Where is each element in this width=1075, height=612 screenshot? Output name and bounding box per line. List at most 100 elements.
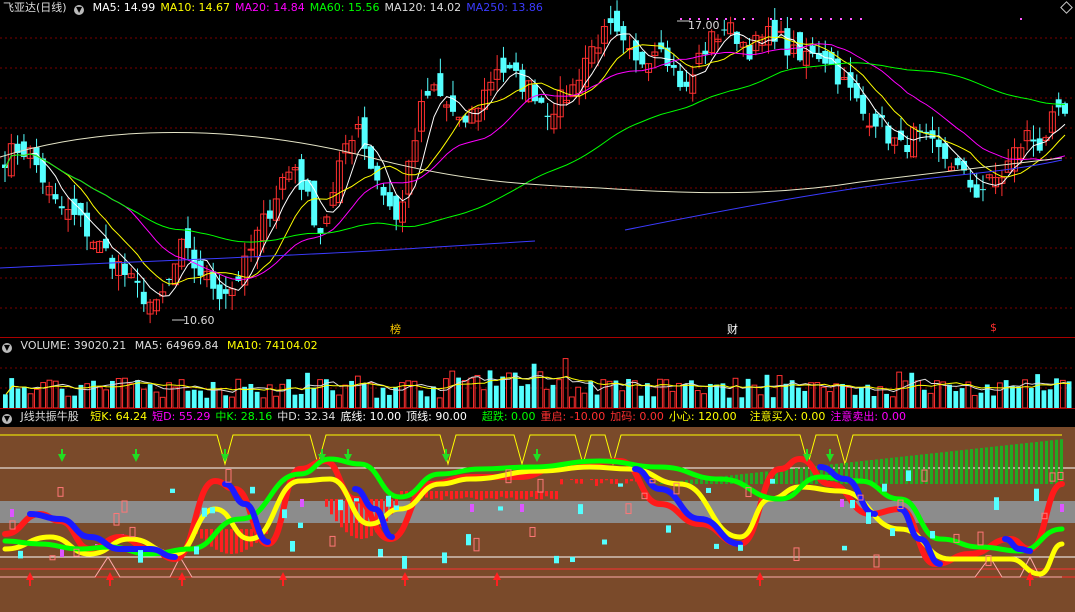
volume-bar-down xyxy=(739,397,745,408)
volume-bar-down xyxy=(374,397,380,408)
volume-bar-up xyxy=(229,396,235,408)
volume-bar-up xyxy=(216,388,223,408)
volume-bar-up xyxy=(103,389,109,408)
event-marker-finance[interactable]: 财 xyxy=(727,321,738,337)
volume-bar-up xyxy=(40,382,47,408)
candle-body-down xyxy=(235,276,242,281)
hist-bar-green xyxy=(1010,444,1013,484)
indicator-candle xyxy=(194,546,199,555)
volume-bar-up xyxy=(33,388,40,408)
volume-panel[interactable]: ▼ VOLUME: 39020.21 MA5: 64969.84 MA10: 7… xyxy=(0,338,1075,408)
indicator-chart[interactable] xyxy=(0,409,1075,612)
volume-bar-up xyxy=(556,379,563,408)
hist-bar-magenta xyxy=(10,509,14,517)
volume-bar-up xyxy=(845,386,852,408)
hist-bar-green xyxy=(960,450,963,484)
volume-bar-up xyxy=(701,393,707,408)
volume-bar-down xyxy=(1003,380,1009,408)
hist-bar-red xyxy=(330,499,333,515)
hist-bar-red xyxy=(490,491,493,499)
chart-title: 飞亚达(日线) xyxy=(3,1,67,14)
chevron-down-icon[interactable]: ▼ xyxy=(2,414,12,424)
chevron-down-icon[interactable]: ▼ xyxy=(74,5,85,15)
volume-bar-down xyxy=(525,384,531,408)
volume-bar-down xyxy=(487,370,493,408)
candle-body-down xyxy=(746,44,753,60)
volume-bar-up xyxy=(172,386,179,408)
hist-bar-green xyxy=(690,479,693,484)
hist-bar-green xyxy=(695,479,698,484)
candle-body-down xyxy=(58,206,65,209)
candle-body-down xyxy=(967,179,974,188)
volume-bar-up xyxy=(317,379,323,408)
volume-bar-down xyxy=(991,395,996,408)
volume-bar-up xyxy=(820,386,827,408)
volume-bar-up xyxy=(443,378,449,408)
hist-bar-green xyxy=(995,446,998,484)
indicator-item-4: 底线: 10.00 xyxy=(340,410,402,423)
indicator-panel[interactable]: ▼ J线共振牛股 短K: 64.24 短D: 55.29 中K: 28.16 中D: … xyxy=(0,409,1075,612)
hist-bar-red xyxy=(625,479,628,484)
price-chart[interactable] xyxy=(0,0,1075,337)
volume-bar-down xyxy=(204,397,210,408)
indicator-candle xyxy=(1034,488,1039,502)
hist-bar-green xyxy=(930,453,933,484)
volume-bar-up xyxy=(367,382,374,408)
chevron-down-icon[interactable]: ▼ xyxy=(2,343,12,353)
hist-bar-red xyxy=(445,491,448,497)
indicator-candle xyxy=(882,483,887,492)
volume-bar-up xyxy=(757,394,764,408)
candle-body-up xyxy=(777,30,785,33)
volume-bar-down xyxy=(745,378,751,408)
indicator-candle xyxy=(618,483,623,487)
indicator-candle xyxy=(906,470,911,482)
candle-body-down xyxy=(222,289,229,294)
indicator-candle xyxy=(290,540,295,552)
indicator-candle xyxy=(18,550,23,559)
signal-dot xyxy=(860,18,862,20)
hist-bar-red xyxy=(220,529,223,553)
candle-body-down xyxy=(544,115,551,117)
hist-bar-red xyxy=(435,491,438,499)
hist-bar-green xyxy=(980,447,983,484)
volume-bar-down xyxy=(859,387,864,408)
indicator-item-3: 中D: 32.34 xyxy=(277,410,336,423)
hist-bar-red xyxy=(455,491,458,499)
volume-bar-down xyxy=(147,384,153,408)
hist-bar-red xyxy=(580,479,583,484)
hist-bar-green xyxy=(900,456,903,484)
hist-bar-red xyxy=(460,491,463,499)
candle-body-down xyxy=(942,143,949,159)
volume-bar-down xyxy=(59,388,65,408)
hist-bar-green xyxy=(945,451,948,484)
volume-bar-down xyxy=(248,383,254,408)
hist-bar-green xyxy=(915,455,918,484)
volume-bar-up xyxy=(814,382,821,408)
indicator-candle xyxy=(378,548,383,557)
volume-bar-up xyxy=(927,392,934,408)
hist-bar-red xyxy=(550,491,553,499)
hist-bar-red xyxy=(500,491,503,497)
volume-bar-up xyxy=(808,382,814,408)
volume-bar-up xyxy=(776,375,783,408)
event-marker-rank[interactable]: 榜 xyxy=(390,321,401,337)
indicator-item-7: 重启: -10.00 xyxy=(540,410,606,423)
hist-bar-red xyxy=(450,491,453,500)
price-panel[interactable]: 飞亚达(日线) ▼ MA5: 14.99 MA10: 14.67 MA20: 14.… xyxy=(0,0,1075,337)
indicator-candle xyxy=(930,530,935,539)
volume-bar-down xyxy=(550,384,556,408)
ma-label-ma20: MA20: 14.84 xyxy=(235,1,305,14)
hist-bar-green xyxy=(880,458,883,484)
volume-bar-down xyxy=(198,390,203,408)
volume-bar-up xyxy=(354,375,361,408)
hist-bar-green xyxy=(895,457,898,484)
volume-bar-up xyxy=(336,394,342,408)
event-marker-dollar[interactable]: $ xyxy=(990,321,997,334)
volume-bar-down xyxy=(210,381,216,408)
volume-bar-up xyxy=(235,378,242,408)
ma20-line xyxy=(4,43,1066,281)
volume-bar-down xyxy=(645,383,650,408)
volume-bar-down xyxy=(594,394,600,408)
indicator-name: J线共振牛股 xyxy=(20,410,79,423)
signal-dot xyxy=(752,18,754,20)
